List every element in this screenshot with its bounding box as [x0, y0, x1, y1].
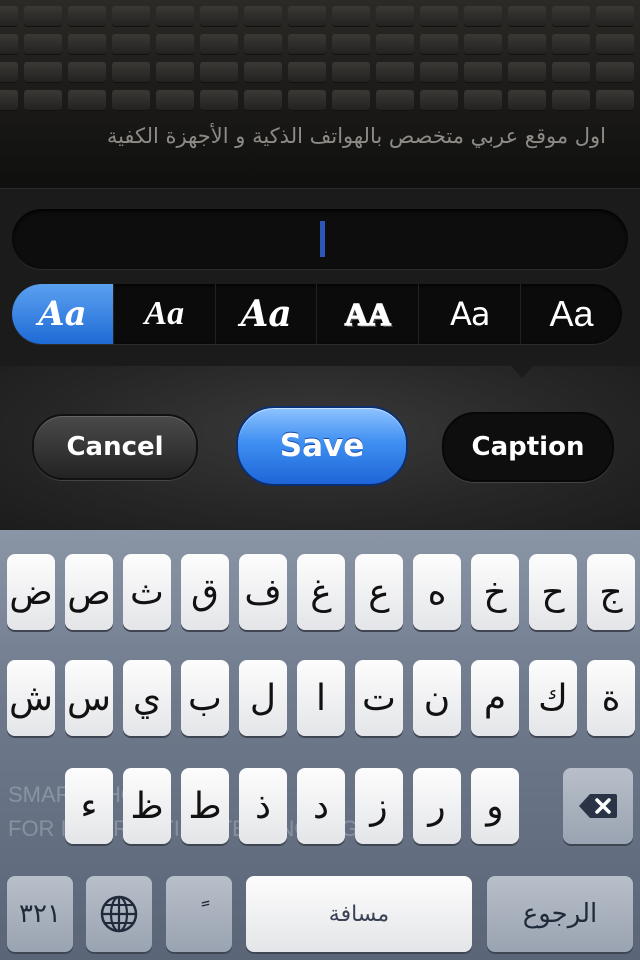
cancel-button[interactable]: Cancel: [32, 414, 198, 480]
key-letter[interactable]: ص: [65, 554, 113, 630]
font-option-script[interactable]: Aa: [12, 284, 113, 344]
save-button[interactable]: Save: [236, 406, 408, 486]
key-letter[interactable]: ه: [413, 554, 461, 630]
key-letter[interactable]: ء: [65, 768, 113, 844]
key-letter[interactable]: ن: [413, 660, 461, 736]
text-cursor: [320, 221, 325, 257]
key-letter[interactable]: ل: [239, 660, 287, 736]
key-letter[interactable]: ذ: [239, 768, 287, 844]
keyboard-photo-row: [0, 90, 640, 112]
key-letter[interactable]: ع: [355, 554, 403, 630]
font-style-selector: Aa Aa Aa AA Aa Aa: [12, 284, 622, 344]
caption-editor: Aa Aa Aa AA Aa Aa: [0, 188, 640, 367]
key-letter[interactable]: ش: [7, 660, 55, 736]
font-option-italic[interactable]: Aa: [214, 284, 317, 344]
key-letter[interactable]: د: [297, 768, 345, 844]
caption-button[interactable]: Caption: [442, 412, 614, 482]
key-letter[interactable]: ب: [181, 660, 229, 736]
backspace-key[interactable]: [563, 768, 633, 844]
keyboard-photo-row: [0, 6, 640, 28]
photo-caption: اول موقع عربي متخصص بالهواتف الذكية و ال…: [106, 124, 606, 148]
key-letter[interactable]: م: [471, 660, 519, 736]
key-letter[interactable]: ظ: [123, 768, 171, 844]
key-letter[interactable]: ة: [587, 660, 635, 736]
key-letter[interactable]: و: [471, 768, 519, 844]
key-letter[interactable]: ت: [355, 660, 403, 736]
space-key[interactable]: مسافة: [246, 876, 472, 952]
key-letter[interactable]: ح: [529, 554, 577, 630]
key-letter[interactable]: ي: [123, 660, 171, 736]
key-letter[interactable]: ض: [7, 554, 55, 630]
key-letter[interactable]: ك: [529, 660, 577, 736]
keyboard-photo-row: [0, 34, 640, 56]
popover-pointer: [502, 356, 542, 378]
key-letter[interactable]: س: [65, 660, 113, 736]
key-letter[interactable]: ز: [355, 768, 403, 844]
font-option-outline[interactable]: AA: [316, 284, 418, 344]
globe-key[interactable]: [86, 876, 152, 952]
caption-text-field[interactable]: [12, 209, 628, 269]
key-letter[interactable]: ث: [123, 554, 171, 630]
key-letter[interactable]: غ: [297, 554, 345, 630]
key-letter[interactable]: ف: [239, 554, 287, 630]
keyboard-photo-row: [0, 62, 640, 84]
arabic-keyboard: SMART PHONE FOR INFORMATION TECHNOLOGY ض…: [0, 530, 640, 960]
key-letter[interactable]: ط: [181, 768, 229, 844]
font-option-condensed[interactable]: Aa: [418, 284, 520, 344]
diacritic-key[interactable]: ً: [166, 876, 232, 952]
font-option-brush[interactable]: Aa: [112, 284, 215, 344]
globe-icon: [100, 895, 138, 933]
return-key[interactable]: الرجوع: [487, 876, 633, 952]
key-letter[interactable]: ج: [587, 554, 635, 630]
key-letter[interactable]: ا: [297, 660, 345, 736]
key-letter[interactable]: ق: [181, 554, 229, 630]
background-photo: اول موقع عربي متخصص بالهواتف الذكية و ال…: [0, 0, 640, 190]
font-option-sans[interactable]: Aa: [520, 284, 622, 344]
key-letter[interactable]: ر: [413, 768, 461, 844]
key-letter[interactable]: خ: [471, 554, 519, 630]
numbers-key[interactable]: ٣٢١: [7, 876, 73, 952]
backspace-icon: [579, 794, 617, 818]
